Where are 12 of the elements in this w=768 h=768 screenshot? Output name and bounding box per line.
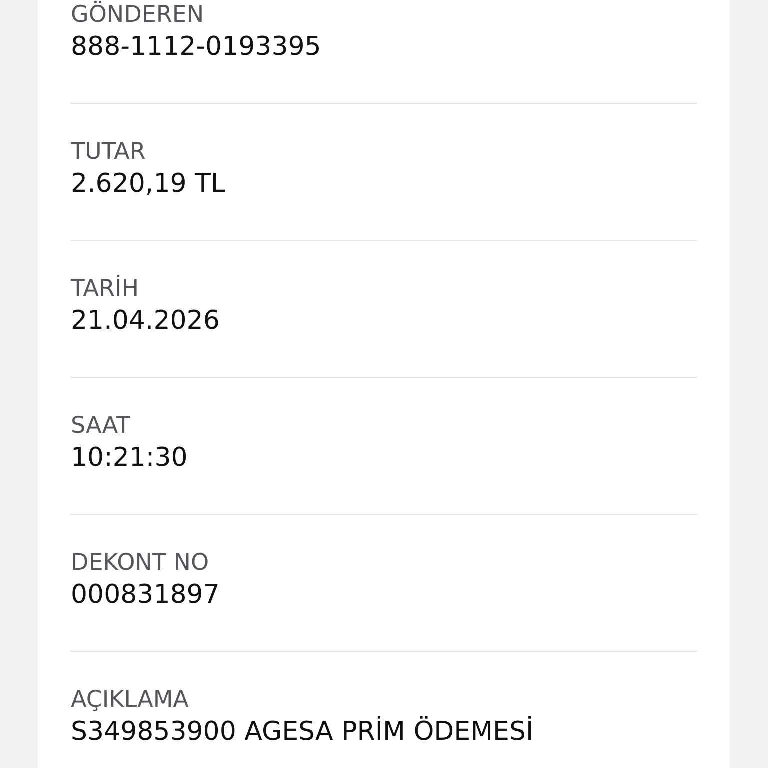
field-label: TARİH xyxy=(71,274,140,304)
field-value: 888-1112-0193395 xyxy=(71,31,322,64)
field-value: 000831897 xyxy=(71,579,221,612)
field-value: 10:21:30 xyxy=(71,442,189,475)
field-value: 2.620,19 TL xyxy=(71,168,226,201)
field-label: SAAT xyxy=(71,412,132,441)
field-label: TUTAR xyxy=(71,138,147,167)
field-value: 21.04.2026 xyxy=(71,305,221,338)
field-value: S349853900 AGESA PRİM ÖDEMESİ xyxy=(71,715,535,749)
field-label: GÖNDEREN xyxy=(71,0,206,30)
field-label: DEKONT NO xyxy=(71,549,210,578)
field-label: AÇIKLAMA xyxy=(71,686,190,715)
